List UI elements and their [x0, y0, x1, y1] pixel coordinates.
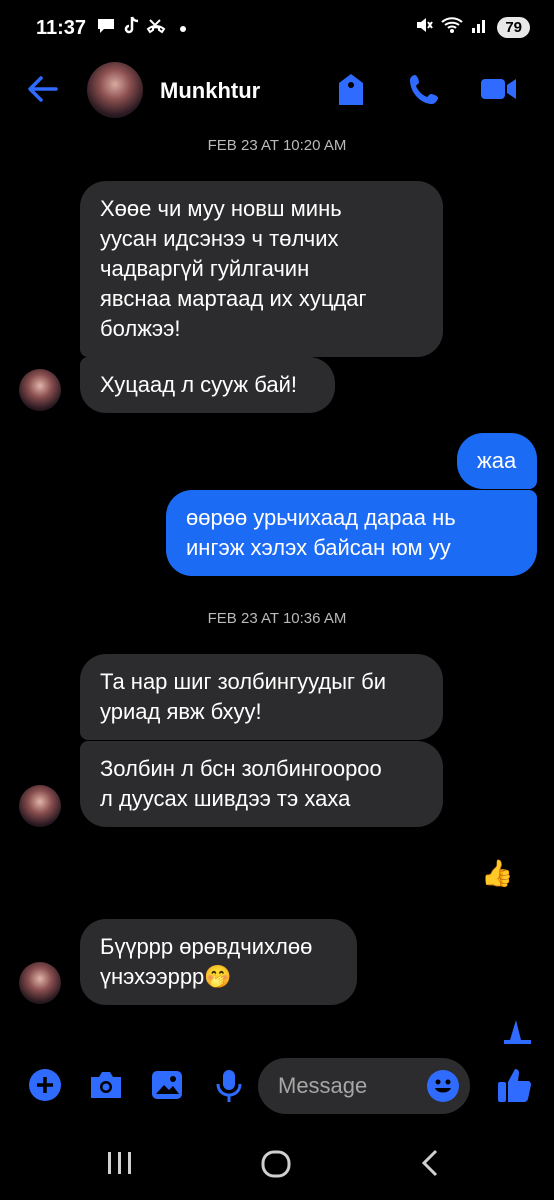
- incoming-message[interactable]: Та нар шиг золбингуудыг би уриад явж бху…: [80, 654, 443, 740]
- incoming-message[interactable]: Хуцаад л сууж бай!: [80, 357, 335, 413]
- mic-icon[interactable]: [214, 1068, 244, 1109]
- battery-level: 79: [497, 17, 530, 38]
- home-icon[interactable]: [260, 1148, 292, 1185]
- recents-icon[interactable]: [106, 1148, 134, 1183]
- notification-icons: [96, 16, 186, 41]
- back-arrow-icon[interactable]: [26, 72, 60, 111]
- camera-icon[interactable]: [88, 1068, 124, 1107]
- timestamp-divider: FEB 23 AT 10:20 AM: [207, 137, 347, 154]
- composer-bar: Message: [0, 1056, 554, 1118]
- contact-avatar-small[interactable]: [19, 369, 61, 411]
- emoji-icon[interactable]: [426, 1069, 460, 1108]
- contact-name[interactable]: Munkhtur: [160, 78, 260, 104]
- wifi-icon: [441, 16, 463, 39]
- more-notifications-dot: [180, 25, 186, 32]
- system-status: 79: [415, 16, 530, 39]
- tiktok-icon: [122, 16, 140, 41]
- chat-notification-icon: [96, 17, 116, 40]
- signal-icon: [471, 16, 489, 39]
- read-receipt-icon: [502, 1018, 532, 1051]
- system-nav-bar: [0, 1130, 554, 1200]
- thumbs-up-icon[interactable]: [496, 1066, 532, 1109]
- nav-back-icon[interactable]: [418, 1148, 442, 1183]
- sent-thumbs-up-reaction[interactable]: 👍: [481, 858, 513, 889]
- incoming-message[interactable]: Золбин л бсн золбингоороо л дуусах шивдэ…: [80, 741, 443, 827]
- contact-avatar[interactable]: [87, 62, 143, 118]
- tag-icon[interactable]: [336, 72, 366, 113]
- phone-icon[interactable]: [408, 72, 442, 111]
- incoming-message[interactable]: Бүүррр өрөвдчихлөө үнэхээррр🤭: [80, 919, 357, 1005]
- mute-icon: [415, 16, 434, 39]
- video-icon[interactable]: [480, 72, 518, 111]
- message-placeholder: Message: [278, 1073, 368, 1098]
- outgoing-message[interactable]: жаа: [457, 433, 537, 489]
- outgoing-message[interactable]: өөрөө урьчихаад дараа нь ингэж хэлэх бай…: [166, 490, 537, 576]
- contact-avatar-small[interactable]: [19, 962, 61, 1004]
- contact-avatar-small[interactable]: [19, 785, 61, 827]
- plus-icon[interactable]: [28, 1068, 62, 1107]
- missed-call-icon: [146, 17, 166, 40]
- message-input[interactable]: Message: [258, 1058, 470, 1114]
- status-time: 11:37: [36, 17, 87, 39]
- chat-header: Munkhtur: [0, 58, 554, 128]
- status-bar: 11:37 79: [0, 0, 554, 58]
- image-icon[interactable]: [150, 1068, 184, 1107]
- timestamp-divider: FEB 23 AT 10:36 AM: [207, 610, 347, 627]
- incoming-message[interactable]: Хөөе чи муу новш минь уусан идсэнээ ч тө…: [80, 181, 443, 357]
